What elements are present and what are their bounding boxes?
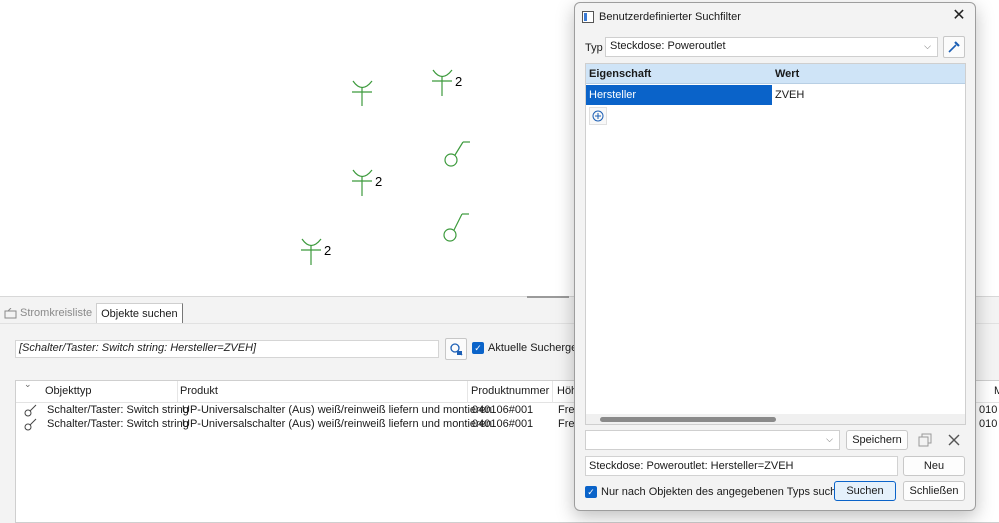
eyedropper-icon <box>948 41 960 53</box>
add-property-button[interactable] <box>589 107 607 125</box>
checkbox-checked[interactable]: ✓ <box>585 486 597 498</box>
cell-extra: 010 <box>979 418 998 430</box>
dialog-titlebar[interactable]: Benutzerdefinierter Suchfilter <box>575 3 975 31</box>
property-value-cell[interactable]: ZVEH <box>775 89 804 101</box>
dialog-title: Benutzerdefinierter Suchfilter <box>599 11 741 23</box>
column-divider[interactable] <box>552 381 553 403</box>
symbol-count-label: 2 <box>324 243 332 258</box>
typ-select[interactable]: Steckdose: Poweroutlet ⌵ <box>605 37 938 57</box>
chevron-down-icon: ⌵ <box>924 41 931 51</box>
panel-tabs: Stromkreisliste Objekte suchen <box>0 303 183 323</box>
copy-filter-button[interactable] <box>914 429 936 451</box>
sort-chevron-icon[interactable]: ⌄ <box>24 379 32 390</box>
delete-icon <box>948 434 960 446</box>
checkbox-label: Nur nach Objekten des angegebenen Typs s… <box>601 486 849 498</box>
current-results-checkbox[interactable]: ✓ Aktuelle Suchergeb <box>472 342 583 354</box>
scrollbar-thumb[interactable] <box>600 417 776 422</box>
panel-splitter[interactable] <box>527 296 569 298</box>
typ-selected-value: Steckdose: Poweroutlet <box>610 40 726 52</box>
property-grid: Eigenschaft Wert Hersteller ZVEH <box>585 63 966 425</box>
filter-expression-field[interactable]: Steckdose: Poweroutlet: Hersteller=ZVEH <box>585 456 898 476</box>
add-icon <box>592 110 604 122</box>
cell-produkt: UP-Universalschalter (Aus) weiß/reinweiß… <box>182 418 492 430</box>
tab-stromkreisliste[interactable]: Stromkreisliste <box>0 303 96 323</box>
column-header-eigenschaft: Eigenschaft <box>589 68 652 80</box>
column-divider[interactable] <box>467 381 468 403</box>
property-grid-header: Eigenschaft Wert <box>586 64 965 84</box>
switch-icon <box>24 418 37 431</box>
saved-filters-select[interactable]: ⌵ <box>585 430 840 450</box>
column-header-objekttyp[interactable]: Objekttyp <box>45 385 91 397</box>
close-icon[interactable]: ✕ <box>951 8 967 24</box>
search-filter-icon <box>450 343 463 356</box>
column-header-extra[interactable]: M <box>994 385 999 397</box>
column-header-produktnummer[interactable]: Produktnummer <box>471 385 549 397</box>
search-filter-field[interactable]: [Schalter/Taster: Switch string: Herstel… <box>15 340 439 358</box>
app-window-icon <box>582 11 594 23</box>
checkbox-label: Aktuelle Suchergeb <box>488 342 584 354</box>
typ-label: Typ <box>585 42 603 54</box>
symbol-count-label: 2 <box>375 174 383 189</box>
tab-objekte-suchen[interactable]: Objekte suchen <box>96 303 183 323</box>
switch-symbol[interactable] <box>444 141 470 167</box>
switch-icon <box>24 404 37 417</box>
horizontal-scrollbar[interactable] <box>586 414 965 424</box>
cell-objekttyp: Schalter/Taster: Switch string <box>47 404 189 416</box>
socket-symbol[interactable] <box>432 69 453 96</box>
delete-filter-button[interactable] <box>943 429 965 451</box>
symbol-count-label: 2 <box>455 74 463 89</box>
checkbox-checked[interactable]: ✓ <box>472 342 484 354</box>
only-type-checkbox[interactable]: ✓ Nur nach Objekten des angegebenen Typs… <box>585 486 848 498</box>
property-name-cell[interactable]: Hersteller <box>586 85 772 105</box>
cell-produktnummer: 040106#001 <box>472 418 534 430</box>
cell-objekttyp: Schalter/Taster: Switch string <box>47 418 189 430</box>
column-header-produkt[interactable]: Produkt <box>180 385 218 397</box>
circuit-icon <box>4 307 17 318</box>
socket-symbol[interactable] <box>352 80 373 106</box>
cell-produkt: UP-Universalschalter (Aus) weiß/reinweiß… <box>182 404 492 416</box>
new-button[interactable]: Neu <box>903 456 965 476</box>
save-button[interactable]: Speichern <box>846 430 908 450</box>
socket-symbol[interactable] <box>301 238 322 265</box>
switch-symbol[interactable] <box>443 213 469 242</box>
column-divider[interactable] <box>177 381 178 403</box>
define-filter-button[interactable] <box>445 338 467 360</box>
pick-type-button[interactable] <box>943 36 965 58</box>
cell-extra: 010 <box>979 404 998 416</box>
search-button[interactable]: Suchen <box>834 481 896 501</box>
socket-symbol[interactable] <box>352 169 373 196</box>
copy-icon <box>918 433 932 447</box>
close-button[interactable]: Schließen <box>903 481 965 501</box>
property-row[interactable]: Hersteller ZVEH <box>586 85 965 105</box>
column-header-wert: Wert <box>775 68 800 80</box>
tab-label: Objekte suchen <box>101 307 178 320</box>
custom-search-filter-dialog: Benutzerdefinierter Suchfilter ✕ Typ Ste… <box>574 2 976 511</box>
chevron-down-icon: ⌵ <box>826 434 833 444</box>
tab-label: Stromkreisliste <box>20 307 93 319</box>
cell-produktnummer: 040106#001 <box>472 404 534 416</box>
